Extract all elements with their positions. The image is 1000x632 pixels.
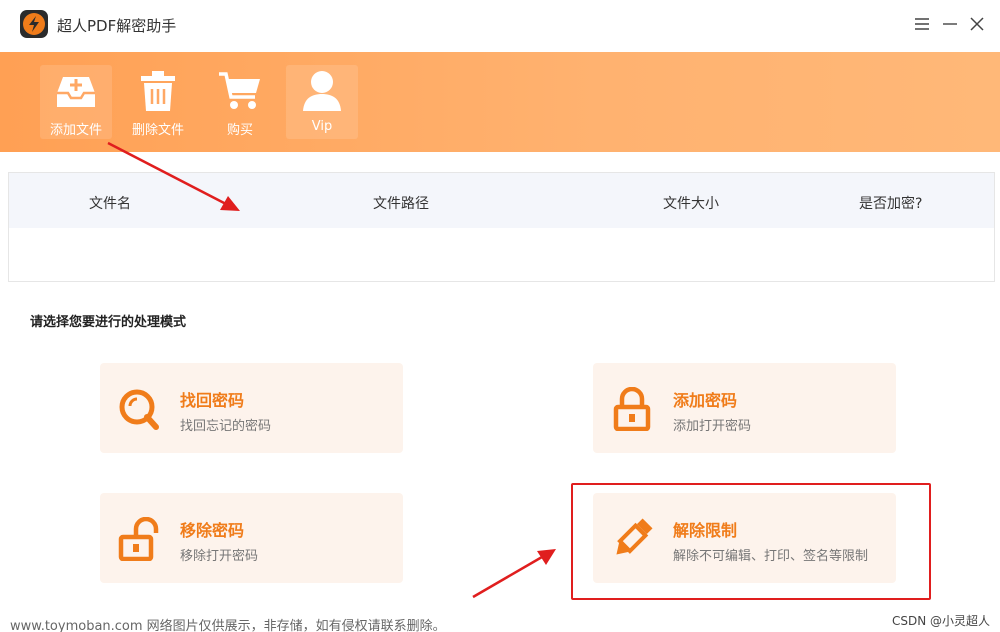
add-file-label: 添加文件	[49, 123, 102, 138]
delete-file-label: 删除文件	[131, 123, 184, 138]
remove-password-card[interactable]: 移除密码 移除打开密码	[100, 493, 403, 583]
title-bar: 超人PDF解密助手	[0, 0, 1000, 52]
vip-button[interactable]: Vip	[286, 65, 358, 139]
watermark-left: www.toymoban.com 网络图片仅供展示，非存储，如有侵权请联系删除。	[10, 619, 446, 632]
vip-label: Vip	[311, 119, 333, 134]
remove-restrictions-card[interactable]: 解除限制 解除不可编辑、打印、签名等限制	[593, 493, 896, 583]
magnifier-icon	[118, 387, 160, 431]
watermark-right: CSDN @小灵超人	[891, 614, 990, 628]
add-file-icon	[50, 69, 102, 113]
card-title: 添加密码	[673, 391, 738, 410]
column-filesize[interactable]: 文件大小	[663, 193, 719, 213]
buy-button[interactable]: 购买	[204, 65, 276, 139]
table-header: 文件名 文件路径 文件大小 是否加密?	[9, 173, 994, 228]
recover-password-card[interactable]: 找回密码 找回忘记的密码	[100, 363, 403, 453]
add-file-button[interactable]: 添加文件	[40, 65, 112, 139]
card-desc: 添加打开密码	[673, 419, 752, 434]
user-icon	[296, 69, 348, 113]
unlock-icon	[118, 517, 160, 561]
card-title: 找回密码	[180, 391, 245, 410]
add-password-card[interactable]: 添加密码 添加打开密码	[593, 363, 896, 453]
card-title: 解除限制	[673, 521, 738, 540]
app-window: 超人PDF解密助手 添加文件 删除文件 购买 Vip 文件名 文件路径 文件大小…	[0, 0, 1000, 632]
mode-section-title: 请选择您要进行的处理模式	[30, 315, 187, 330]
trash-icon	[132, 69, 184, 113]
column-filepath[interactable]: 文件路径	[373, 193, 429, 213]
cart-icon	[214, 69, 266, 113]
column-encrypted[interactable]: 是否加密?	[859, 193, 922, 213]
card-desc: 解除不可编辑、打印、签名等限制	[673, 549, 869, 564]
buy-label: 购买	[226, 123, 253, 138]
app-logo-icon	[20, 10, 48, 38]
pencil-icon	[611, 517, 653, 561]
file-table: 文件名 文件路径 文件大小 是否加密?	[8, 172, 995, 282]
card-desc: 移除打开密码	[180, 549, 259, 564]
lock-icon	[611, 387, 653, 431]
column-filename[interactable]: 文件名	[89, 193, 131, 213]
card-title: 移除密码	[180, 521, 245, 540]
delete-file-button[interactable]: 删除文件	[122, 65, 194, 139]
toolbar: 添加文件 删除文件 购买 Vip	[0, 52, 1000, 152]
app-title: 超人PDF解密助手	[57, 17, 177, 35]
minimize-icon[interactable]	[939, 12, 961, 36]
card-desc: 找回忘记的密码	[180, 419, 272, 434]
close-icon[interactable]	[966, 12, 988, 36]
menu-icon[interactable]	[911, 12, 933, 36]
